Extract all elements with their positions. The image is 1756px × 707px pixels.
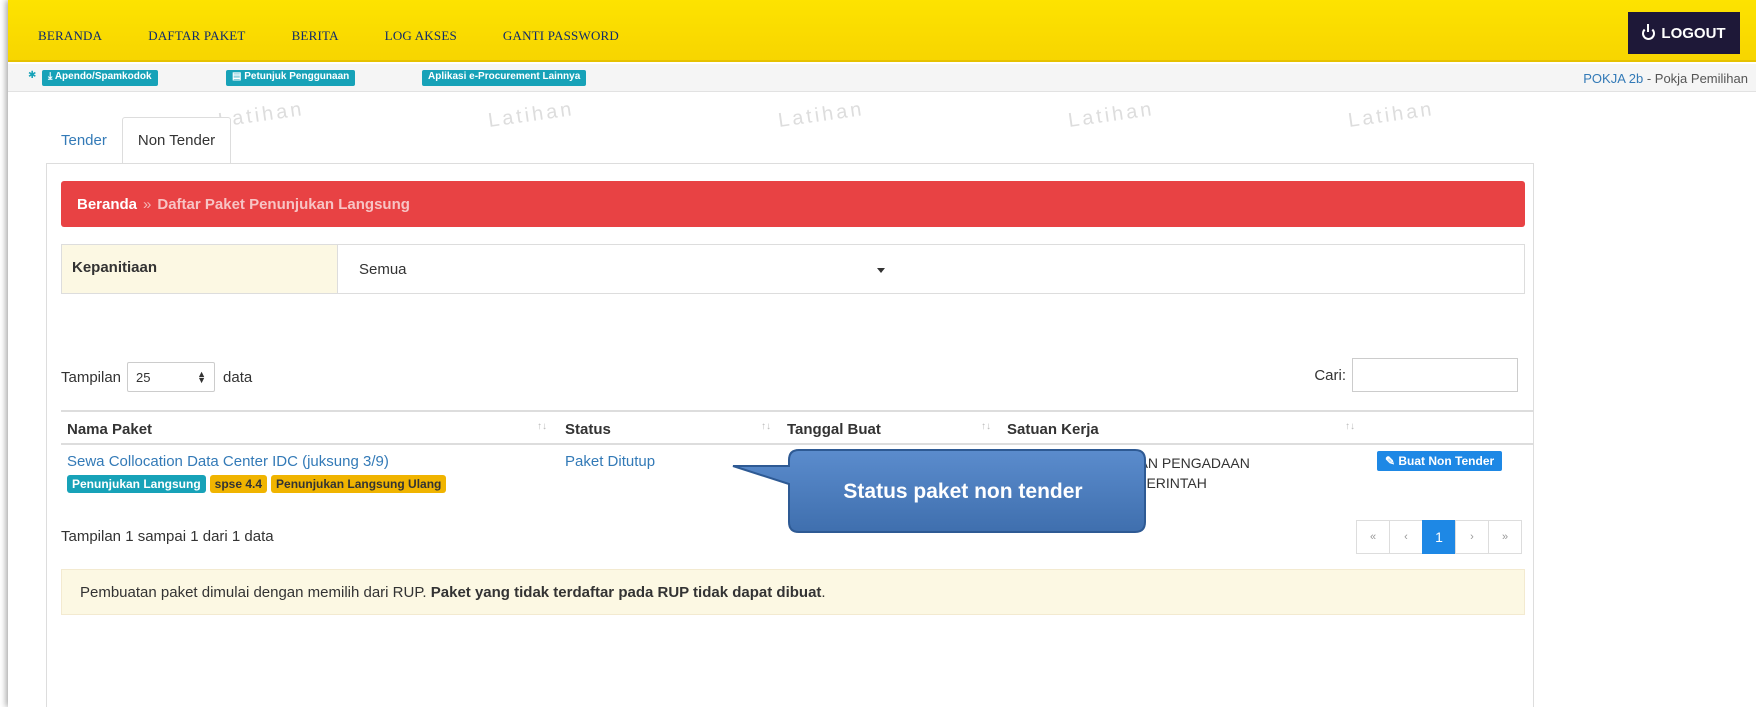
length-suffix: data (223, 368, 253, 386)
badge-ulang: Penunjukan Langsung Ulang (271, 475, 447, 493)
watermark: Latihan (486, 98, 576, 132)
sort-icon: ↑↓ (761, 421, 771, 432)
page-last[interactable]: » (1488, 520, 1522, 554)
watermark: Latihan (1346, 98, 1436, 132)
sort-icon: ↑↓ (1345, 421, 1355, 432)
page-prev[interactable]: ‹ (1389, 520, 1423, 554)
search-input[interactable] (1352, 358, 1518, 392)
paket-table: Nama Paket ↑↓ Status ↑↓ Tanggal Buat ↑↓ … (61, 410, 1533, 495)
logout-button[interactable]: LOGOUT (1628, 12, 1740, 54)
sub-toolbar: ✱ ⤓ Apendo/Spamkodok ▤ Petunjuk Pengguna… (8, 64, 1756, 92)
link-eproc-lainnya[interactable]: Aplikasi e-Procurement Lainnya (422, 70, 587, 86)
badge-metode: Penunjukan Langsung (67, 475, 206, 493)
menu-ganti-password[interactable]: GANTI PASSWORD (503, 28, 619, 44)
notice-text: Pembuatan paket dimulai dengan memilih d… (80, 584, 431, 601)
tab-bar: Tender Non Tender (46, 117, 232, 164)
page-first[interactable]: « (1356, 520, 1390, 554)
search-box: Cari: (1314, 358, 1518, 392)
main-menu: BERANDA DAFTAR PAKET BERITA LOG AKSES GA… (38, 28, 665, 44)
link-petunjuk-label: Petunjuk Penggunaan (244, 71, 350, 82)
satker-line1: KEBIJAKAN PENGADAAN (1081, 455, 1250, 471)
kepanitiaan-select[interactable]: Semua (359, 253, 895, 285)
header-status-label: Status (565, 421, 611, 438)
pagination: « ‹ 1 › » (1356, 520, 1522, 554)
updown-icon: ▲ ▼ (197, 369, 207, 385)
page-length-value: 25 (136, 369, 151, 385)
user-info: POKJA 2b - Pokja Pemilihan (1583, 71, 1748, 86)
link-eproc-label: Aplikasi e-Procurement Lainnya (428, 71, 581, 82)
header-status[interactable]: Status (565, 421, 611, 438)
app-window: BERANDA DAFTAR PAKET BERITA LOG AKSES GA… (8, 0, 1756, 707)
kepanitiaan-value: Semua (359, 261, 407, 278)
menu-berita[interactable]: BERITA (292, 28, 339, 44)
page-current[interactable]: 1 (1422, 520, 1456, 554)
kepanitiaan-filter: Kepanitiaan Semua (61, 244, 1525, 294)
user-name[interactable]: POKJA 2b (1583, 71, 1643, 86)
page-length: Tampilan 25 ▲ ▼ data (61, 362, 252, 392)
kepanitiaan-label: Kepanitiaan (62, 245, 338, 293)
watermark: Latihan (776, 98, 866, 132)
paket-name-link[interactable]: Sewa Collocation Data Center IDC (juksun… (67, 453, 389, 470)
length-prefix: Tampilan (61, 368, 122, 386)
breadcrumb: Beranda » Daftar Paket Penunjukan Langsu… (61, 181, 1525, 227)
page-next[interactable]: › (1455, 520, 1489, 554)
rup-notice: Pembuatan paket dimulai dengan memilih d… (61, 569, 1525, 615)
logout-label: LOGOUT (1661, 24, 1726, 42)
header-tanggal-label: Tanggal Buat (787, 421, 881, 438)
table-header: Nama Paket ↑↓ Status ↑↓ Tanggal Buat ↑↓ … (61, 410, 1533, 445)
link-apendo[interactable]: ⤓ Apendo/Spamkodok (42, 70, 158, 86)
watermark: Latihan (1066, 98, 1156, 132)
table-info: Tampilan 1 sampai 1 dari 1 data (61, 528, 274, 545)
notice-bold: Paket yang tidak terdaftar pada RUP tida… (430, 584, 822, 601)
menu-daftar-paket[interactable]: DAFTAR PAKET (148, 28, 245, 44)
buat-non-tender-label: Buat Non Tender (1398, 454, 1495, 468)
tab-tender[interactable]: Tender (46, 117, 122, 164)
search-label: Cari: (1314, 366, 1346, 384)
tab-non-tender[interactable]: Non Tender (121, 117, 232, 164)
header-nama-label: Nama Paket (67, 421, 153, 438)
menu-log-akses[interactable]: LOG AKSES (385, 28, 457, 44)
sort-icon: ↑↓ (537, 421, 547, 432)
breadcrumb-home[interactable]: Beranda (77, 196, 137, 213)
paket-badges: Penunjukan Langsung spse 4.4 Penunjukan … (67, 475, 447, 493)
status-link[interactable]: Paket Ditutup (565, 453, 655, 470)
caret-down-icon (877, 268, 885, 273)
top-navbar: BERANDA DAFTAR PAKET BERITA LOG AKSES GA… (8, 0, 1756, 62)
badge-versi: spse 4.4 (209, 475, 268, 493)
satuan-kerja-cell: KEBIJAKAN PENGADAAN ASA PEMERINTAH (1007, 453, 1250, 493)
header-nama-paket[interactable]: Nama Paket (67, 421, 152, 438)
menu-beranda[interactable]: BERANDA (38, 28, 102, 44)
satker-line2: ASA PEMERINTAH (1085, 475, 1207, 491)
breadcrumb-current: Daftar Paket Penunjukan Langsung (157, 195, 410, 213)
header-tanggal-buat[interactable]: Tanggal Buat (787, 421, 881, 438)
buat-non-tender-button[interactable]: ✎ Buat Non Tender (1377, 451, 1503, 471)
header-satker-label: Satuan Kerja (1007, 421, 1099, 438)
power-icon (1642, 23, 1656, 40)
breadcrumb-separator: » (143, 195, 152, 213)
link-petunjuk[interactable]: ▤ Petunjuk Penggunaan (226, 70, 356, 86)
table-row: Sewa Collocation Data Center IDC (juksun… (61, 445, 1533, 495)
sort-icon: ↑↓ (981, 421, 991, 432)
star-icon: ✱ (28, 70, 37, 81)
page-length-select[interactable]: 25 ▲ ▼ (127, 362, 216, 392)
header-satuan-kerja[interactable]: Satuan Kerja (1007, 421, 1099, 438)
link-apendo-label: Apendo/Spamkodok (54, 71, 152, 82)
notice-end: . (821, 584, 826, 601)
user-role: - Pokja Pemilihan (1643, 71, 1748, 86)
